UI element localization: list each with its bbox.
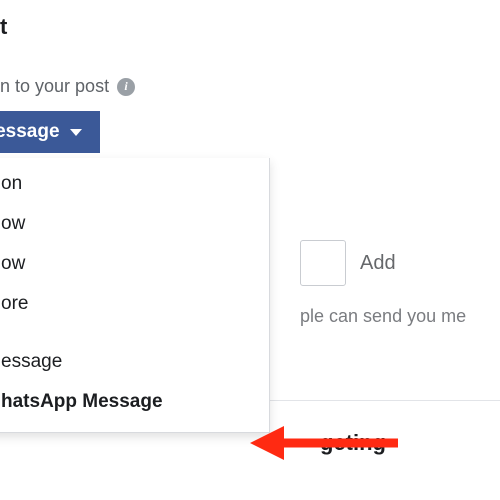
hint-text: ple can send you me [300, 306, 500, 327]
dropdown-item[interactable]: on [0, 164, 269, 204]
cta-label: hatsApp Message [0, 121, 60, 143]
subhead-text: n to your post [0, 76, 109, 97]
right-panel: Add ple can send you me [300, 240, 500, 327]
dropdown-item[interactable]: ow [0, 204, 269, 244]
chevron-down-icon [70, 129, 82, 136]
add-label: Add [360, 252, 396, 275]
cta-dropdown-button[interactable]: hatsApp Message [0, 111, 100, 153]
dropdown-item[interactable]: essage [0, 342, 269, 382]
page-title: t [0, 10, 500, 58]
bottom-section-title: geting [320, 430, 386, 456]
info-icon[interactable]: i [117, 78, 135, 96]
dropdown-item-whatsapp[interactable]: hatsApp Message [0, 382, 269, 422]
cta-dropdown-menu[interactable]: on ow ow ore essage hatsApp Message [0, 158, 270, 433]
add-placeholder-box[interactable] [300, 240, 346, 286]
dropdown-item[interactable]: ore [0, 284, 269, 324]
section-subhead: n to your post i [0, 58, 500, 111]
dropdown-item[interactable]: ow [0, 244, 269, 284]
